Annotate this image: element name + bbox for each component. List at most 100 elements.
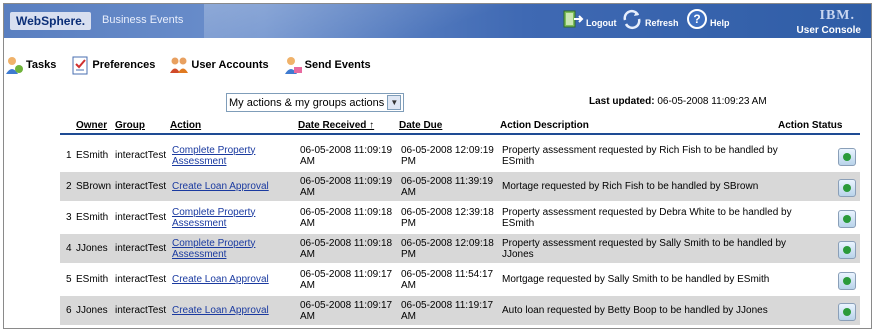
row-action-link[interactable]: Complete Property Assessment (172, 234, 255, 263)
row-action-link[interactable]: Complete Property Assessment (172, 203, 255, 232)
action-filter-select[interactable]: My actions & my groups actions ▼ (226, 93, 405, 112)
row-group: interactTest (115, 181, 167, 192)
preferences-button[interactable]: Preferences (70, 55, 155, 75)
row-group: interactTest (115, 212, 167, 223)
row-description-line1: Property assessment requested by Sally S… (502, 237, 787, 249)
row-action-link[interactable]: Create Loan Approval (172, 265, 269, 294)
tasks-icon (6, 57, 23, 74)
header-rule (60, 133, 860, 135)
row-description: Auto loan requested by Betty Boop to be … (502, 296, 768, 325)
row-description-line1: Mortage requested by Rich Fish to be han… (502, 181, 759, 192)
send-events-label: Send Events (304, 59, 371, 71)
row-date-due-line1: 06-05-2008 11:39:19 (401, 175, 494, 187)
row-owner: JJones (76, 305, 108, 316)
header-bar: WebSphere. Business Events Logout Refres… (4, 4, 871, 38)
row-description-line1: Mortgage requested by Sally Smith to be … (502, 274, 770, 285)
row-date-due: 06-05-2008 12:39:18 PM (401, 203, 494, 232)
row-action-link[interactable]: Create Loan Approval (172, 172, 269, 201)
row-action-line2[interactable]: Assessment (172, 218, 226, 229)
row-number: 4 (66, 243, 72, 254)
refresh-label: Refresh (645, 18, 679, 28)
last-updated-label: Last updated: (589, 96, 655, 107)
action-status-icon[interactable] (838, 179, 856, 197)
user-accounts-button[interactable]: User Accounts (169, 55, 269, 75)
help-button[interactable]: ? Help (686, 8, 730, 30)
action-status-icon[interactable] (838, 303, 856, 321)
column-group[interactable]: Group (115, 120, 145, 131)
action-status-icon[interactable] (838, 210, 856, 228)
toolbar: Tasks Preferences User Accounts Send Eve… (4, 54, 385, 76)
last-updated-value: 06-05-2008 11:09:23 AM (657, 96, 767, 107)
row-number: 1 (66, 150, 72, 161)
column-date-due[interactable]: Date Due (399, 120, 442, 131)
row-owner: ESmith (76, 212, 109, 223)
table-row: 4 JJones interactTest Complete Property Asse… (60, 234, 860, 263)
table-row: 5 ESmith interactTest Create Loan Approval 0… (60, 265, 860, 294)
row-owner: JJones (76, 243, 108, 254)
preferences-icon (72, 56, 88, 75)
row-action-line1[interactable]: Complete Property (172, 207, 255, 218)
row-description-line1: Auto loan requested by Betty Boop to be … (502, 305, 768, 316)
row-group: interactTest (115, 243, 167, 254)
action-filter-value: My actions & my groups actions (229, 96, 385, 109)
row-date-received-line2: AM (300, 279, 315, 291)
row-date-received-line2: AM (300, 248, 315, 260)
row-action-line1[interactable]: Create Loan Approval (172, 181, 269, 192)
row-date-received-line2: AM (300, 217, 315, 229)
row-date-received: 06-05-2008 11:09:17 AM (300, 296, 392, 325)
row-number: 6 (66, 305, 72, 316)
row-number: 2 (66, 181, 72, 192)
svg-text:?: ? (693, 12, 700, 26)
help-icon: ? (687, 9, 707, 29)
row-group: interactTest (115, 274, 167, 285)
row-description: Mortgage requested by Sally Smith to be … (502, 265, 769, 294)
row-date-received-line1: 06-05-2008 11:09:17 (300, 299, 393, 311)
row-date-received-line1: 06-05-2008 11:09:19 (300, 175, 393, 187)
row-action-line2[interactable]: Assessment (172, 249, 226, 260)
user-accounts-label: User Accounts (191, 59, 269, 71)
row-action-line1[interactable]: Create Loan Approval (172, 305, 269, 316)
row-owner: SBrown (76, 181, 112, 192)
action-status-icon[interactable] (838, 241, 856, 259)
table-header: Owner Group Action Date Received ↑ Date … (60, 120, 860, 134)
row-date-due-line2: PM (401, 155, 416, 167)
row-date-received: 06-05-2008 11:09:17 AM (300, 265, 392, 294)
row-date-received: 06-05-2008 11:09:18 AM (300, 234, 392, 263)
send-events-button[interactable]: Send Events (283, 55, 371, 75)
action-status-icon[interactable] (838, 148, 856, 166)
table-row: 2 SBrown interactTest Create Loan Approval 0… (60, 172, 860, 201)
logout-icon (563, 10, 584, 28)
row-date-due-line1: 06-05-2008 11:54:17 (401, 268, 494, 280)
refresh-button[interactable]: Refresh (621, 8, 679, 30)
row-date-due: 06-05-2008 11:54:17 AM (401, 265, 493, 294)
row-date-due-line2: AM (401, 186, 416, 198)
row-description-line1: Property assessment requested by Debra W… (502, 206, 792, 218)
row-group: interactTest (115, 305, 167, 316)
row-date-due: 06-05-2008 11:39:19 AM (401, 172, 493, 201)
column-date-received[interactable]: Date Received ↑ (298, 120, 374, 131)
logout-button[interactable]: Logout (562, 8, 617, 30)
tasks-label: Tasks (26, 59, 57, 71)
row-date-received-line1: 06-05-2008 11:09:18 (300, 206, 393, 218)
row-description: Property assessment requested by Rich Fi… (502, 141, 778, 170)
column-owner[interactable]: Owner (76, 120, 107, 131)
row-action-line1[interactable]: Complete Property (172, 145, 255, 156)
row-description-line2: JJones (502, 248, 534, 260)
row-date-received-line1: 06-05-2008 11:09:19 (300, 144, 393, 156)
row-date-due-line2: AM (401, 279, 416, 291)
chevron-down-icon[interactable]: ▼ (387, 95, 402, 110)
action-status-icon[interactable] (838, 272, 856, 290)
last-updated: Last updated: 06-05-2008 11:09:23 AM (589, 96, 767, 107)
tasks-button[interactable]: Tasks (4, 55, 56, 75)
help-label: Help (710, 18, 730, 28)
logout-label: Logout (586, 18, 617, 28)
row-action-line2[interactable]: Assessment (172, 156, 226, 167)
row-date-received: 06-05-2008 11:09:19 AM (300, 172, 392, 201)
row-action-line1[interactable]: Create Loan Approval (172, 274, 269, 285)
row-action-link[interactable]: Complete Property Assessment (172, 141, 255, 170)
row-action-line1[interactable]: Complete Property (172, 238, 255, 249)
row-description: Property assessment requested by Sally S… (502, 234, 786, 263)
header-shine (204, 4, 624, 38)
row-action-link[interactable]: Create Loan Approval (172, 296, 269, 325)
column-action[interactable]: Action (170, 120, 201, 131)
